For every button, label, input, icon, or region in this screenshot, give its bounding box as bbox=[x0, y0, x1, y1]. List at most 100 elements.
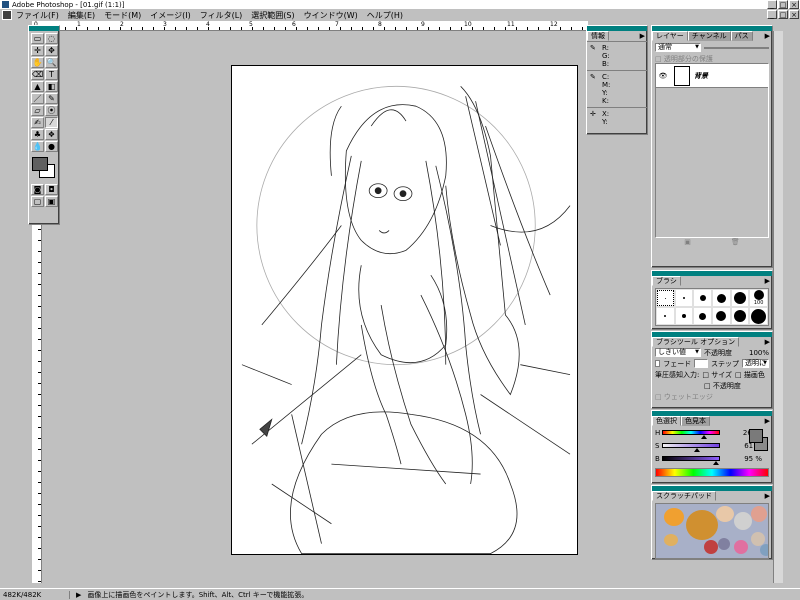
brush-5[interactable] bbox=[693, 289, 712, 307]
brush-1[interactable] bbox=[656, 289, 675, 307]
hand-tool-icon[interactable]: ✋ bbox=[31, 57, 44, 68]
foreground-color-swatch[interactable] bbox=[749, 429, 763, 443]
line-tool-icon[interactable]: ／ bbox=[31, 93, 44, 104]
smudge-tool-icon[interactable]: ❖ bbox=[45, 129, 58, 140]
color-spectrum-bar[interactable] bbox=[655, 468, 769, 477]
menu-window[interactable]: ウインドウ(W) bbox=[304, 10, 358, 21]
menu-filter[interactable]: フィルタ(L) bbox=[200, 10, 243, 21]
brightness-slider-thumb[interactable] bbox=[713, 461, 720, 465]
document-canvas[interactable] bbox=[231, 65, 578, 555]
type-tool-icon[interactable]: T bbox=[45, 69, 58, 80]
tab-paths[interactable]: パス bbox=[730, 31, 753, 41]
brush-soft-9[interactable] bbox=[711, 307, 731, 325]
doc-restore-button[interactable]: □ bbox=[778, 10, 788, 19]
trash-icon[interactable]: 🗑 bbox=[731, 238, 740, 248]
tab-layers[interactable]: レイヤー bbox=[652, 31, 688, 41]
cmyk-c-label: C: bbox=[602, 73, 610, 81]
hue-slider-thumb[interactable] bbox=[700, 435, 707, 439]
pressure-color-checkbox[interactable]: □ 描画色 bbox=[735, 370, 765, 380]
brush-3[interactable] bbox=[674, 289, 694, 307]
airbrush-tool-icon[interactable]: ⦿ bbox=[45, 105, 58, 116]
tab-swatches[interactable]: 色見本 bbox=[681, 416, 710, 426]
eyedropper-tool-icon[interactable]: ✎ bbox=[45, 93, 58, 104]
brush-soft-3[interactable] bbox=[674, 307, 694, 325]
menu-mode[interactable]: モード(M) bbox=[104, 10, 141, 21]
blur-tool-icon[interactable]: 💧 bbox=[31, 141, 44, 152]
scratch-pad-area[interactable] bbox=[655, 503, 769, 559]
saturation-slider[interactable] bbox=[662, 443, 720, 452]
brush-13[interactable] bbox=[730, 289, 750, 307]
vertical-scrollbar[interactable] bbox=[773, 31, 783, 583]
hue-slider[interactable] bbox=[662, 430, 720, 439]
layer-row[interactable]: 👁 背景 bbox=[656, 64, 768, 88]
eraser-tool-icon[interactable]: ⌫ bbox=[31, 69, 44, 80]
document-menu-icon[interactable] bbox=[2, 10, 12, 20]
panel-menu-arrow-icon[interactable]: ▶ bbox=[640, 32, 645, 40]
standard-mode-icon[interactable]: ◙ bbox=[31, 184, 44, 195]
paint-bucket-tool-icon[interactable]: ▲ bbox=[31, 81, 44, 92]
preserve-transparency-checkbox[interactable]: □ 透明部分の保護 bbox=[652, 54, 772, 63]
brush-19[interactable]: 100 bbox=[749, 289, 768, 307]
brush-soft-19[interactable] bbox=[749, 307, 768, 325]
panel-menu-arrow-icon[interactable]: ▶ bbox=[765, 417, 770, 425]
maximize-button[interactable]: □ bbox=[778, 0, 788, 9]
dodge-tool-icon[interactable]: ● bbox=[45, 141, 58, 152]
pencil-tool-icon[interactable]: ▱ bbox=[31, 105, 44, 116]
menu-help[interactable]: ヘルプ(H) bbox=[367, 10, 403, 21]
rgb-readout: ✎ R: G: B: bbox=[587, 41, 647, 70]
tab-brush-options[interactable]: ブラシツール オプション bbox=[652, 337, 740, 347]
pressure-size-checkbox[interactable]: □ サイズ bbox=[702, 370, 732, 380]
tab-scratch-pad[interactable]: スクラッチパッド bbox=[652, 491, 716, 501]
panel-menu-arrow-icon[interactable]: ▶ bbox=[765, 32, 770, 40]
xy-readout: ✛ X: Y: bbox=[587, 107, 647, 128]
saturation-slider-thumb[interactable] bbox=[694, 448, 701, 452]
tab-channels[interactable]: チャンネル bbox=[687, 31, 731, 41]
gradient-tool-icon[interactable]: ◧ bbox=[45, 81, 58, 92]
panel-menu-arrow-icon[interactable]: ▶ bbox=[765, 338, 770, 346]
rubber-stamp-tool-icon[interactable]: ♣ bbox=[31, 129, 44, 140]
brush-soft-13[interactable] bbox=[730, 307, 750, 325]
blend-mode-select[interactable]: 通常 bbox=[655, 43, 701, 52]
fade-to-select[interactable]: 透明に bbox=[742, 359, 769, 368]
menu-select[interactable]: 選択範囲(S) bbox=[251, 10, 294, 21]
visibility-eye-icon[interactable]: 👁 bbox=[656, 72, 670, 80]
brightness-slider[interactable] bbox=[662, 456, 720, 465]
pen-tool-icon[interactable]: ✍ bbox=[31, 117, 44, 128]
brush-soft-5[interactable] bbox=[693, 307, 712, 325]
new-layer-icon[interactable]: ▣ bbox=[684, 238, 691, 248]
lasso-tool-icon[interactable]: ◌ bbox=[45, 33, 58, 44]
brush-tool-icon[interactable]: ⁄ bbox=[45, 117, 58, 128]
opacity-slider[interactable] bbox=[704, 46, 769, 49]
document-size[interactable]: 482K/482K bbox=[0, 590, 70, 599]
foreground-color-swatch[interactable] bbox=[32, 157, 48, 171]
move-tool-icon[interactable]: ✥ bbox=[45, 45, 58, 56]
menu-image[interactable]: イメージ(I) bbox=[150, 10, 190, 21]
zoom-tool-icon[interactable]: 🔍 bbox=[45, 57, 58, 68]
tab-brushes[interactable]: ブラシ bbox=[652, 276, 681, 286]
wet-edges-checkbox[interactable]: □ ウェットエッジ bbox=[652, 391, 772, 402]
doc-minimize-button[interactable]: _ bbox=[767, 10, 777, 19]
window-mode-icon[interactable]: ▢ bbox=[31, 196, 44, 207]
fade-checkbox[interactable] bbox=[655, 360, 661, 367]
mode-opacity-row: しきい値 不透明度 100% bbox=[652, 347, 772, 358]
pressure-opacity-checkbox[interactable]: □ 不透明度 bbox=[704, 381, 741, 391]
menu-file[interactable]: ファイル(F) bbox=[16, 10, 59, 21]
paint-mode-select[interactable]: しきい値 bbox=[655, 348, 701, 357]
fade-steps-input[interactable] bbox=[694, 359, 708, 368]
crop-tool-icon[interactable]: ✛ bbox=[31, 45, 44, 56]
menu-edit[interactable]: 編集(E) bbox=[68, 10, 95, 21]
tab-color-picker[interactable]: 色選択 bbox=[652, 416, 681, 426]
marquee-tool-icon[interactable]: ▭ bbox=[31, 33, 44, 44]
panel-menu-arrow-icon[interactable]: ▶ bbox=[765, 492, 770, 500]
quickmask-mode-icon[interactable]: ◘ bbox=[45, 184, 58, 195]
close-button[interactable]: × bbox=[789, 0, 799, 9]
fullscreen-mode-icon[interactable]: ▣ bbox=[45, 196, 58, 207]
color-picker-panel: 色選択 色見本 ▶ H 263 ° S 61 % B 95 % bbox=[651, 410, 773, 484]
tab-info[interactable]: 情報 bbox=[587, 31, 609, 41]
brush-soft-1[interactable] bbox=[656, 307, 675, 325]
brush-9[interactable] bbox=[711, 289, 731, 307]
minimize-button[interactable]: _ bbox=[767, 0, 777, 9]
opacity-value[interactable]: 100% bbox=[749, 349, 769, 357]
doc-close-button[interactable]: × bbox=[789, 10, 799, 19]
panel-menu-arrow-icon[interactable]: ▶ bbox=[765, 277, 770, 285]
